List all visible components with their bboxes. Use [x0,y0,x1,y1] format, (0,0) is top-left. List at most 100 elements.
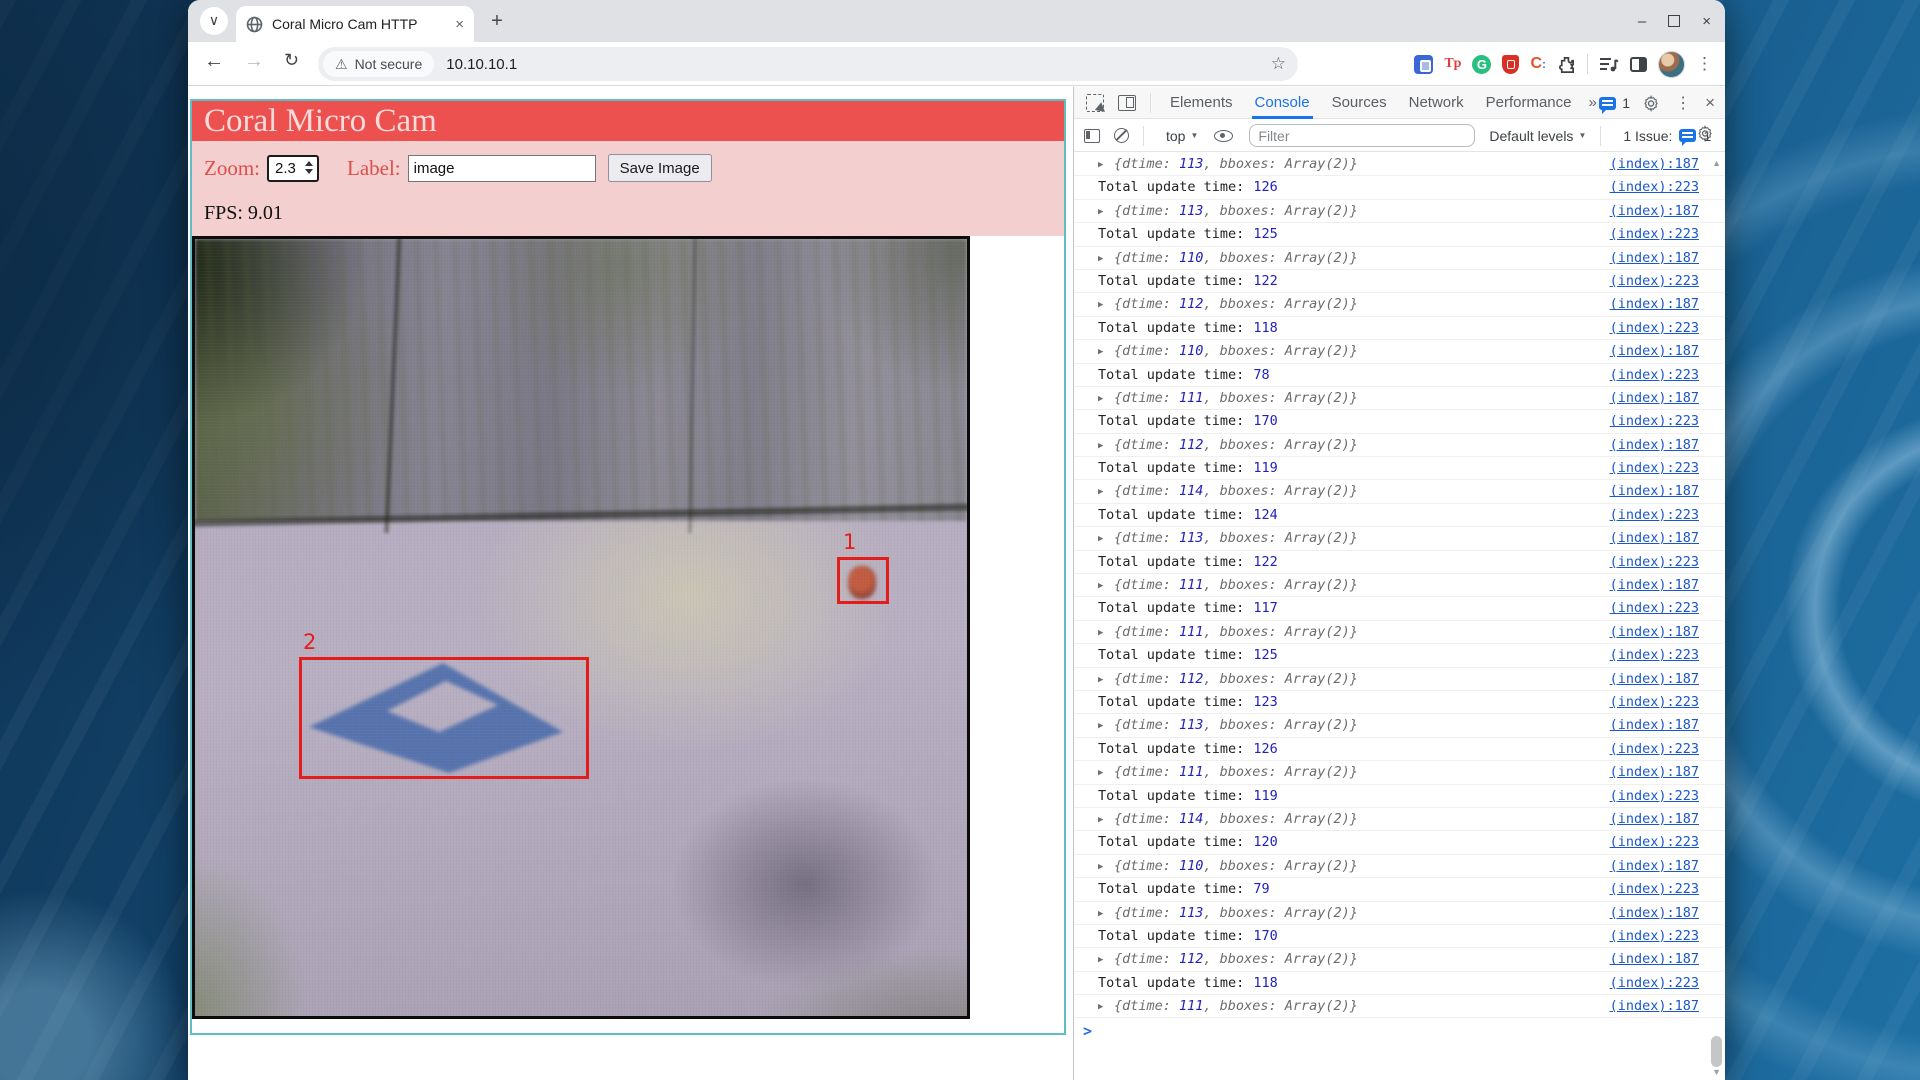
tab-console[interactable]: Console [1244,87,1321,119]
source-link[interactable]: (index):187 [1610,200,1699,223]
source-link[interactable]: (index):223 [1610,410,1699,433]
source-link[interactable]: (index):187 [1610,387,1699,410]
expand-triangle-icon[interactable]: ▶ [1098,248,1114,271]
live-expression-eye-icon[interactable] [1214,130,1233,142]
source-link[interactable]: (index):223 [1610,270,1699,293]
source-link[interactable]: (index):187 [1610,153,1699,176]
expand-triangle-icon[interactable]: ▶ [1098,388,1114,411]
back-button[interactable]: ← [204,50,224,73]
devtools-close-icon[interactable]: × [1705,93,1715,113]
source-link[interactable]: (index):187 [1610,574,1699,597]
shield-extension-icon[interactable] [1502,55,1519,74]
window-close-button[interactable]: × [1702,13,1711,30]
source-link[interactable]: (index):187 [1610,761,1699,784]
console-settings-gear-icon[interactable] [1698,125,1715,142]
expand-triangle-icon[interactable]: ▶ [1098,435,1114,458]
reload-button[interactable]: ↻ [284,50,299,71]
source-link[interactable]: (index):223 [1610,504,1699,527]
source-link[interactable]: (index):187 [1610,714,1699,737]
expand-triangle-icon[interactable]: ▶ [1098,201,1114,224]
bookmark-star-icon[interactable]: ☆ [1271,54,1286,74]
address-bar[interactable]: ⚠ Not secure 10.10.10.1 ☆ [318,47,1298,81]
tab-search-button[interactable]: ∨ [200,7,228,35]
source-link[interactable]: (index):223 [1610,785,1699,808]
expand-triangle-icon[interactable]: ▶ [1098,154,1114,177]
expand-triangle-icon[interactable]: ▶ [1098,903,1114,926]
source-link[interactable]: (index):187 [1610,621,1699,644]
tab-performance[interactable]: Performance [1475,87,1583,119]
privacy-extension-icon[interactable] [1414,55,1433,74]
source-link[interactable]: (index):223 [1610,223,1699,246]
source-link[interactable]: (index):187 [1610,527,1699,550]
browser-menu-icon[interactable]: ⋮ [1696,54,1713,74]
forward-button[interactable]: → [244,50,264,73]
grammarly-extension-icon[interactable]: G [1472,55,1491,74]
source-link[interactable]: (index):223 [1610,972,1699,995]
expand-triangle-icon[interactable]: ▶ [1098,575,1114,598]
c-extension-icon[interactable]: C: [1530,55,1546,73]
console-filter-input[interactable] [1249,124,1475,147]
expand-triangle-icon[interactable]: ▶ [1098,341,1114,364]
issues-bubble-icon[interactable] [1599,97,1616,110]
source-link[interactable]: (index):223 [1610,457,1699,480]
source-link[interactable]: (index):187 [1610,948,1699,971]
tab-close-icon[interactable]: × [455,16,464,33]
expand-triangle-icon[interactable]: ▶ [1098,622,1114,645]
expand-triangle-icon[interactable]: ▶ [1098,481,1114,504]
source-link[interactable]: (index):187 [1610,480,1699,503]
source-link[interactable]: (index):187 [1610,855,1699,878]
label-input[interactable] [408,155,596,182]
scrollbar-up-icon[interactable]: ▲ [1712,158,1721,168]
source-link[interactable]: (index):187 [1610,668,1699,691]
source-link[interactable]: (index):187 [1610,247,1699,270]
reading-list-icon[interactable] [1599,56,1619,72]
expand-triangle-icon[interactable]: ▶ [1098,809,1114,832]
tab-network[interactable]: Network [1398,87,1475,119]
source-link[interactable]: (index):223 [1610,644,1699,667]
inspect-element-icon[interactable] [1086,94,1104,112]
source-link[interactable]: (index):187 [1610,902,1699,925]
side-panel-icon[interactable] [1630,57,1647,72]
tab-elements[interactable]: Elements [1159,87,1244,119]
security-chip[interactable]: ⚠ Not secure [323,51,434,77]
source-link[interactable]: (index):223 [1610,878,1699,901]
expand-triangle-icon[interactable]: ▶ [1098,528,1114,551]
maximize-button[interactable] [1668,15,1680,27]
browser-tab[interactable]: Coral Micro Cam HTTP × [236,6,474,42]
source-link[interactable]: (index):223 [1610,317,1699,340]
log-levels-selector[interactable]: Default levels ▼ [1489,128,1586,144]
source-link[interactable]: (index):223 [1610,551,1699,574]
devtools-menu-icon[interactable]: ⋮ [1675,93,1691,113]
zoom-stepper[interactable]: 2.3 [267,155,319,182]
source-link[interactable]: (index):223 [1610,738,1699,761]
expand-triangle-icon[interactable]: ▶ [1098,715,1114,738]
expand-triangle-icon[interactable]: ▶ [1098,294,1114,317]
console-prompt[interactable]: > [1074,1018,1725,1044]
source-link[interactable]: (index):187 [1610,995,1699,1018]
devtools-settings-gear-icon[interactable] [1644,95,1661,112]
new-tab-button[interactable]: + [484,9,510,35]
console-sidebar-icon[interactable] [1084,129,1100,143]
source-link[interactable]: (index):187 [1610,808,1699,831]
profile-avatar[interactable] [1658,51,1685,78]
tp-extension-icon[interactable]: Tp [1444,56,1461,72]
scrollbar-thumb[interactable] [1711,1036,1722,1067]
source-link[interactable]: (index):187 [1610,293,1699,316]
source-link[interactable]: (index):223 [1610,925,1699,948]
tab-sources[interactable]: Sources [1321,87,1398,119]
minimize-button[interactable]: – [1638,13,1646,30]
expand-triangle-icon[interactable]: ▶ [1098,762,1114,785]
save-image-button[interactable]: Save Image [608,154,712,182]
expand-triangle-icon[interactable]: ▶ [1098,856,1114,879]
extensions-puzzle-icon[interactable] [1557,55,1576,74]
stepper-arrows-icon[interactable] [305,161,313,174]
source-link[interactable]: (index):223 [1610,597,1699,620]
expand-triangle-icon[interactable]: ▶ [1098,669,1114,692]
url-text[interactable]: 10.10.10.1 [446,56,1270,73]
source-link[interactable]: (index):223 [1610,831,1699,854]
source-link[interactable]: (index):187 [1610,434,1699,457]
expand-triangle-icon[interactable]: ▶ [1098,949,1114,972]
context-selector[interactable]: top ▼ [1166,128,1198,144]
clear-console-icon[interactable] [1114,128,1129,143]
expand-triangle-icon[interactable]: ▶ [1098,996,1114,1019]
